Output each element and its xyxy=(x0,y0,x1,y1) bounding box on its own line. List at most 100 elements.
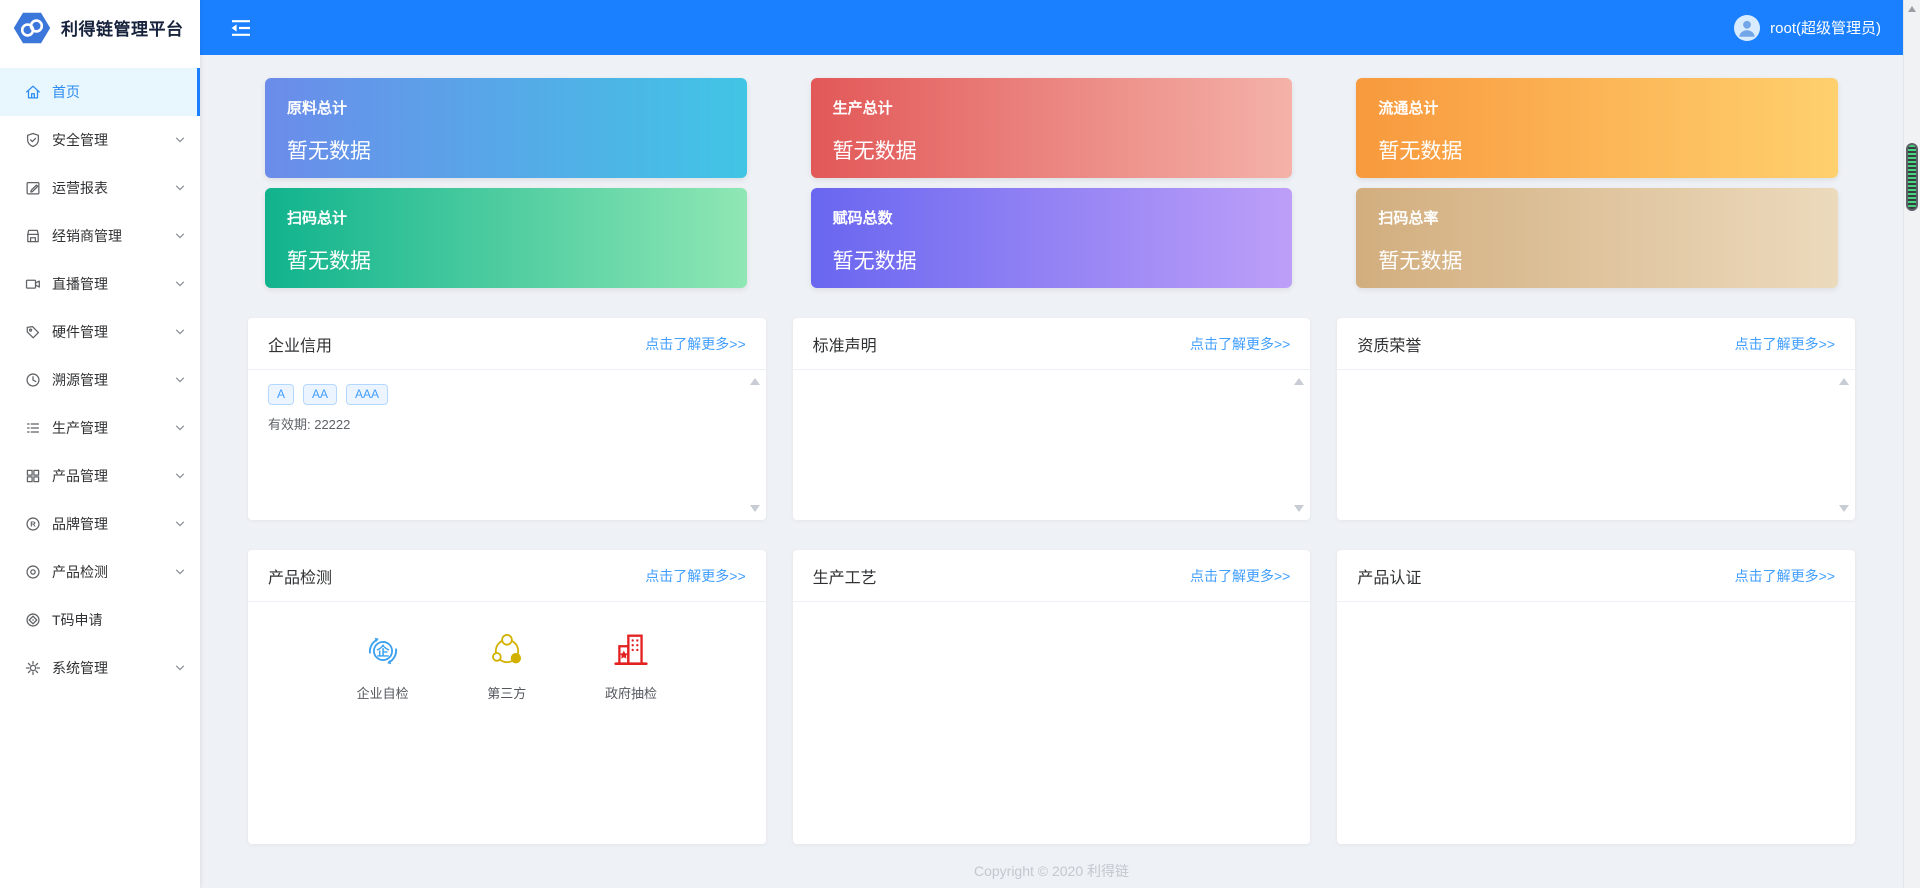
more-link[interactable]: 点击了解更多>> xyxy=(1735,334,1835,354)
tcode-icon xyxy=(24,611,42,629)
panel-detect: 产品检测 点击了解更多>> 企企业自检第三方 政府抽检 xyxy=(248,550,766,844)
stat-card-value: 暂无数据 xyxy=(287,250,371,273)
chevron-down-icon xyxy=(175,377,185,383)
panel-scroll-down-icon[interactable] xyxy=(749,505,760,512)
stat-card-value: 暂无数据 xyxy=(287,140,371,163)
main-content: 原料总计 暂无数据 生产总计 暂无数据 流通总计 暂无数据 扫码总计 暂无数据 … xyxy=(200,55,1903,888)
svg-text:R: R xyxy=(30,520,36,529)
stat-card-value: 暂无数据 xyxy=(1378,250,1463,273)
panel-scroll-up-icon[interactable] xyxy=(749,378,760,385)
more-link[interactable]: 点击了解更多>> xyxy=(1190,334,1290,354)
chevron-down-icon xyxy=(175,473,185,479)
stat-card-title: 扫码总计 xyxy=(287,210,348,227)
scrollbar-thumb[interactable] xyxy=(1906,143,1918,211)
panel-title: 产品检测 xyxy=(268,569,333,587)
detect-item-label: 政府抽检 xyxy=(604,686,657,701)
sidebar-item-live[interactable]: 直播管理 xyxy=(0,260,200,308)
stat-card-material-total: 原料总计 暂无数据 xyxy=(265,78,747,178)
username: root(超级管理员) xyxy=(1770,20,1881,37)
credit-rating-tag: AAA xyxy=(346,384,389,405)
chevron-down-icon xyxy=(175,281,185,287)
logo-icon xyxy=(12,8,52,48)
panel-standard: 标准声明 点击了解更多>> xyxy=(792,318,1311,520)
topbar: root(超级管理员) xyxy=(200,0,1903,55)
panel-body xyxy=(793,602,1311,844)
panel-header: 标准声明 点击了解更多>> xyxy=(792,318,1311,370)
stat-card-value: 暂无数据 xyxy=(1378,140,1463,163)
sidebar-item-inspection[interactable]: 产品检测 xyxy=(0,548,200,596)
panel-title: 标准声明 xyxy=(812,337,877,355)
credit-rating-tag: A xyxy=(268,384,295,405)
home-icon xyxy=(24,83,42,101)
sidebar-item-home[interactable]: 首页 xyxy=(0,68,200,116)
panel-scroll-up-icon[interactable] xyxy=(1294,378,1305,385)
collapse-sidebar-button[interactable] xyxy=(228,18,254,38)
third-party-icon xyxy=(488,632,526,670)
clock-icon xyxy=(24,371,42,389)
credit-validity: 有效期: 22222 xyxy=(268,417,351,432)
stat-card-code-total: 赋码总数 暂无数据 xyxy=(810,188,1293,288)
stat-card-production-total: 生产总计 暂无数据 xyxy=(810,78,1293,178)
chevron-down-icon xyxy=(175,569,185,575)
scrollbar-up-arrow-icon[interactable] xyxy=(1908,6,1916,12)
shield-icon xyxy=(24,131,42,149)
stat-card-scan-total: 扫码总计 暂无数据 xyxy=(265,188,747,288)
more-link[interactable]: 点击了解更多>> xyxy=(645,334,745,354)
fold-icon xyxy=(231,19,250,36)
panel-scroll-up-icon[interactable] xyxy=(1839,378,1849,385)
detect-item-enterprise-self-check[interactable]: 企企业自检 xyxy=(357,632,409,702)
eye-icon xyxy=(24,563,42,581)
more-link[interactable]: 点击了解更多>> xyxy=(1735,566,1835,586)
panel-cert: 产品认证 点击了解更多>> xyxy=(1337,550,1855,844)
sidebar-item-dealers[interactable]: 经销商管理 xyxy=(0,212,200,260)
chevron-down-icon xyxy=(175,425,185,431)
detect-item-government-check[interactable]: 政府抽检 xyxy=(605,632,657,702)
sidebar-item-security[interactable]: 安全管理 xyxy=(0,116,200,164)
panel-title: 产品认证 xyxy=(1357,569,1422,587)
shop-icon xyxy=(24,227,42,245)
sidebar-item-system[interactable]: 系统管理 xyxy=(0,644,200,692)
sidebar-menu: 首页 安全管理 运营报表 经销商管理 直播管理 硬件管理 溯源管理 生产管理 产… xyxy=(0,55,200,692)
stat-card-value: 暂无数据 xyxy=(832,250,917,273)
stat-card-title: 赋码总数 xyxy=(832,210,893,227)
panel-scroll-down-icon[interactable] xyxy=(1294,505,1305,512)
grid-icon xyxy=(24,467,42,485)
enterprise-self-check-icon: 企 xyxy=(364,632,402,670)
panel-header: 资质荣誉 点击了解更多>> xyxy=(1337,318,1855,370)
detect-item-label: 第三方 xyxy=(487,686,527,701)
bottom-panels: 产品检测 点击了解更多>> 企企业自检第三方 政府抽检 生产工艺 点击了解更多>>… xyxy=(248,550,1855,844)
panel-honor: 资质荣誉 点击了解更多>> xyxy=(1337,318,1855,520)
registered-icon: R xyxy=(24,515,42,533)
more-link[interactable]: 点击了解更多>> xyxy=(1190,566,1290,586)
chevron-down-icon xyxy=(175,329,185,335)
panel-header: 生产工艺 点击了解更多>> xyxy=(792,550,1311,602)
panel-header: 产品认证 点击了解更多>> xyxy=(1337,550,1855,602)
stat-card-title: 生产总计 xyxy=(832,100,893,117)
page-scrollbar[interactable] xyxy=(1903,0,1920,888)
gear-icon xyxy=(24,659,42,677)
panel-header: 企业信用 点击了解更多>> xyxy=(248,318,766,370)
sidebar-item-reports[interactable]: 运营报表 xyxy=(0,164,200,212)
sidebar-item-products[interactable]: 产品管理 xyxy=(0,452,200,500)
detect-item-third-party[interactable]: 第三方 xyxy=(487,632,526,702)
sidebar-item-production[interactable]: 生产管理 xyxy=(0,404,200,452)
panel-title: 企业信用 xyxy=(268,337,333,355)
chevron-down-icon xyxy=(175,521,185,527)
panel-body xyxy=(1337,370,1855,520)
app-title: 利得链管理平台 xyxy=(61,20,184,39)
sidebar-item-trace[interactable]: 溯源管理 xyxy=(0,356,200,404)
stat-card-value: 暂无数据 xyxy=(832,140,917,163)
svg-text:企: 企 xyxy=(375,644,389,659)
stat-card-title: 扫码总率 xyxy=(1378,210,1439,227)
panel-scroll-down-icon[interactable] xyxy=(1839,505,1849,512)
chevron-down-icon xyxy=(175,233,185,239)
sidebar-item-tcode[interactable]: T码申请 xyxy=(0,596,200,644)
panel-craft: 生产工艺 点击了解更多>> xyxy=(792,550,1311,844)
panel-title: 资质荣誉 xyxy=(1357,337,1422,355)
panel-body xyxy=(1337,602,1855,844)
sidebar-item-brand[interactable]: R 品牌管理 xyxy=(0,500,200,548)
user-icon xyxy=(1734,14,1761,41)
user-menu[interactable]: root(超级管理员) xyxy=(1734,14,1881,41)
sidebar-item-hardware[interactable]: 硬件管理 xyxy=(0,308,200,356)
more-link[interactable]: 点击了解更多>> xyxy=(645,566,745,586)
